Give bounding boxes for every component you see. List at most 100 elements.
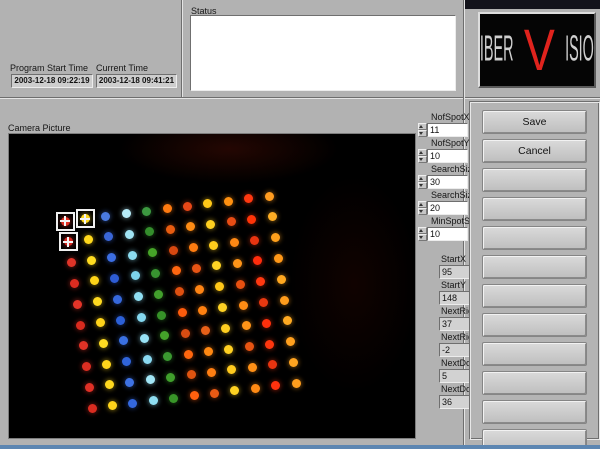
param-field-row: 10 <box>418 227 468 241</box>
blank-button[interactable] <box>482 400 587 424</box>
spinner-up-button[interactable] <box>418 149 427 156</box>
led-dot <box>183 202 192 211</box>
led-dot <box>122 209 131 218</box>
led-dot <box>166 373 175 382</box>
spinner-down-button[interactable] <box>418 156 427 163</box>
led-dot <box>248 363 257 372</box>
spinner-control[interactable] <box>418 201 427 215</box>
led-dot <box>187 370 196 379</box>
param-label: SearchSizeY <box>431 190 468 201</box>
led-dot <box>253 256 262 265</box>
param-label: SearchSizeX <box>431 164 468 175</box>
led-dot <box>137 313 146 322</box>
param-input[interactable]: 20 <box>427 201 468 215</box>
spinner-control[interactable] <box>418 227 427 241</box>
spinner-up-button[interactable] <box>418 175 427 182</box>
led-dot <box>125 378 134 387</box>
spinner-up-button[interactable] <box>418 201 427 208</box>
led-dot <box>90 276 99 285</box>
led-dot <box>201 326 210 335</box>
led-dot <box>286 337 295 346</box>
led-dot <box>274 254 283 263</box>
blank-button[interactable] <box>482 342 587 366</box>
status-textarea <box>190 15 456 91</box>
led-dot <box>119 336 128 345</box>
param-input[interactable]: 30 <box>427 175 468 189</box>
led-dot <box>172 266 181 275</box>
result-label: NextRightX <box>441 306 472 317</box>
led-dot <box>247 215 256 224</box>
led-dot <box>227 217 236 226</box>
divider-top-left <box>181 0 183 98</box>
led-dot <box>175 287 184 296</box>
fibervision-window: Program Start Time 2003-12-18 09:22:19 C… <box>0 0 600 449</box>
spinner-control[interactable] <box>418 123 427 137</box>
param-field-row: 10 <box>418 149 468 163</box>
current-time-label: Current Time <box>96 63 148 73</box>
led-dot <box>76 321 85 330</box>
spinner-down-button[interactable] <box>418 208 427 215</box>
led-dot <box>268 212 277 221</box>
current-time-value: 2003-12-18 09:41:21 <box>96 74 177 88</box>
spinner-down-button[interactable] <box>418 182 427 189</box>
led-dot <box>70 279 79 288</box>
spinner-down-button[interactable] <box>418 234 427 241</box>
grid-result-parameters: StartX95StartY148NextRightX37NextRightY-… <box>439 254 472 410</box>
led-dot <box>142 207 151 216</box>
logo-text-fiber: FIBER <box>478 32 513 68</box>
led-dot <box>189 243 198 252</box>
blank-button[interactable] <box>482 284 587 308</box>
result-startx: StartX95 <box>439 254 472 280</box>
led-dot <box>140 334 149 343</box>
led-dot <box>87 256 96 265</box>
led-dot <box>230 386 239 395</box>
save-button[interactable]: Save <box>482 110 587 134</box>
led-dot <box>250 236 259 245</box>
led-dot <box>221 324 230 333</box>
led-dot <box>82 362 91 371</box>
cancel-button[interactable]: Cancel <box>482 139 587 163</box>
led-dot <box>204 347 213 356</box>
camera-glow <box>289 174 416 394</box>
led-dot <box>233 259 242 268</box>
led-dot <box>206 220 215 229</box>
param-input[interactable]: 11 <box>427 123 468 137</box>
result-value: 37 <box>439 317 472 331</box>
led-dot <box>271 381 280 390</box>
blank-button[interactable] <box>482 313 587 337</box>
param-label: NofSpotX <box>431 112 468 123</box>
led-dot <box>99 339 108 348</box>
param-nofspoty: NofSpotY10 <box>418 138 468 164</box>
blank-button[interactable] <box>482 197 587 221</box>
led-dot <box>110 274 119 283</box>
blank-button[interactable] <box>482 371 587 395</box>
led-dot <box>125 230 134 239</box>
led-dot <box>163 204 172 213</box>
led-dot <box>265 192 274 201</box>
param-input[interactable]: 10 <box>427 149 468 163</box>
led-dot <box>218 303 227 312</box>
spinner-up-button[interactable] <box>418 227 427 234</box>
camera-picture-label: Camera Picture <box>8 123 71 133</box>
led-dot <box>146 375 155 384</box>
led-dot <box>224 345 233 354</box>
spinner-control[interactable] <box>418 175 427 189</box>
led-dot <box>151 269 160 278</box>
param-input[interactable]: 10 <box>427 227 468 241</box>
spinner-control[interactable] <box>418 149 427 163</box>
spinner-up-button[interactable] <box>418 123 427 130</box>
param-label: NofSpotY <box>431 138 468 149</box>
led-dot <box>154 290 163 299</box>
led-dot <box>259 298 268 307</box>
blank-button[interactable] <box>482 255 587 279</box>
action-button-panel: Save Cancel <box>469 101 600 440</box>
led-dot <box>210 389 219 398</box>
result-value: 36 <box>439 395 472 409</box>
logo-text-ision: ISION <box>565 32 596 68</box>
blank-button[interactable] <box>482 168 587 192</box>
blank-button[interactable] <box>482 226 587 250</box>
spinner-down-button[interactable] <box>418 130 427 137</box>
led-dot <box>268 360 277 369</box>
program-start-time-label: Program Start Time <box>10 63 88 73</box>
led-dot <box>239 301 248 310</box>
